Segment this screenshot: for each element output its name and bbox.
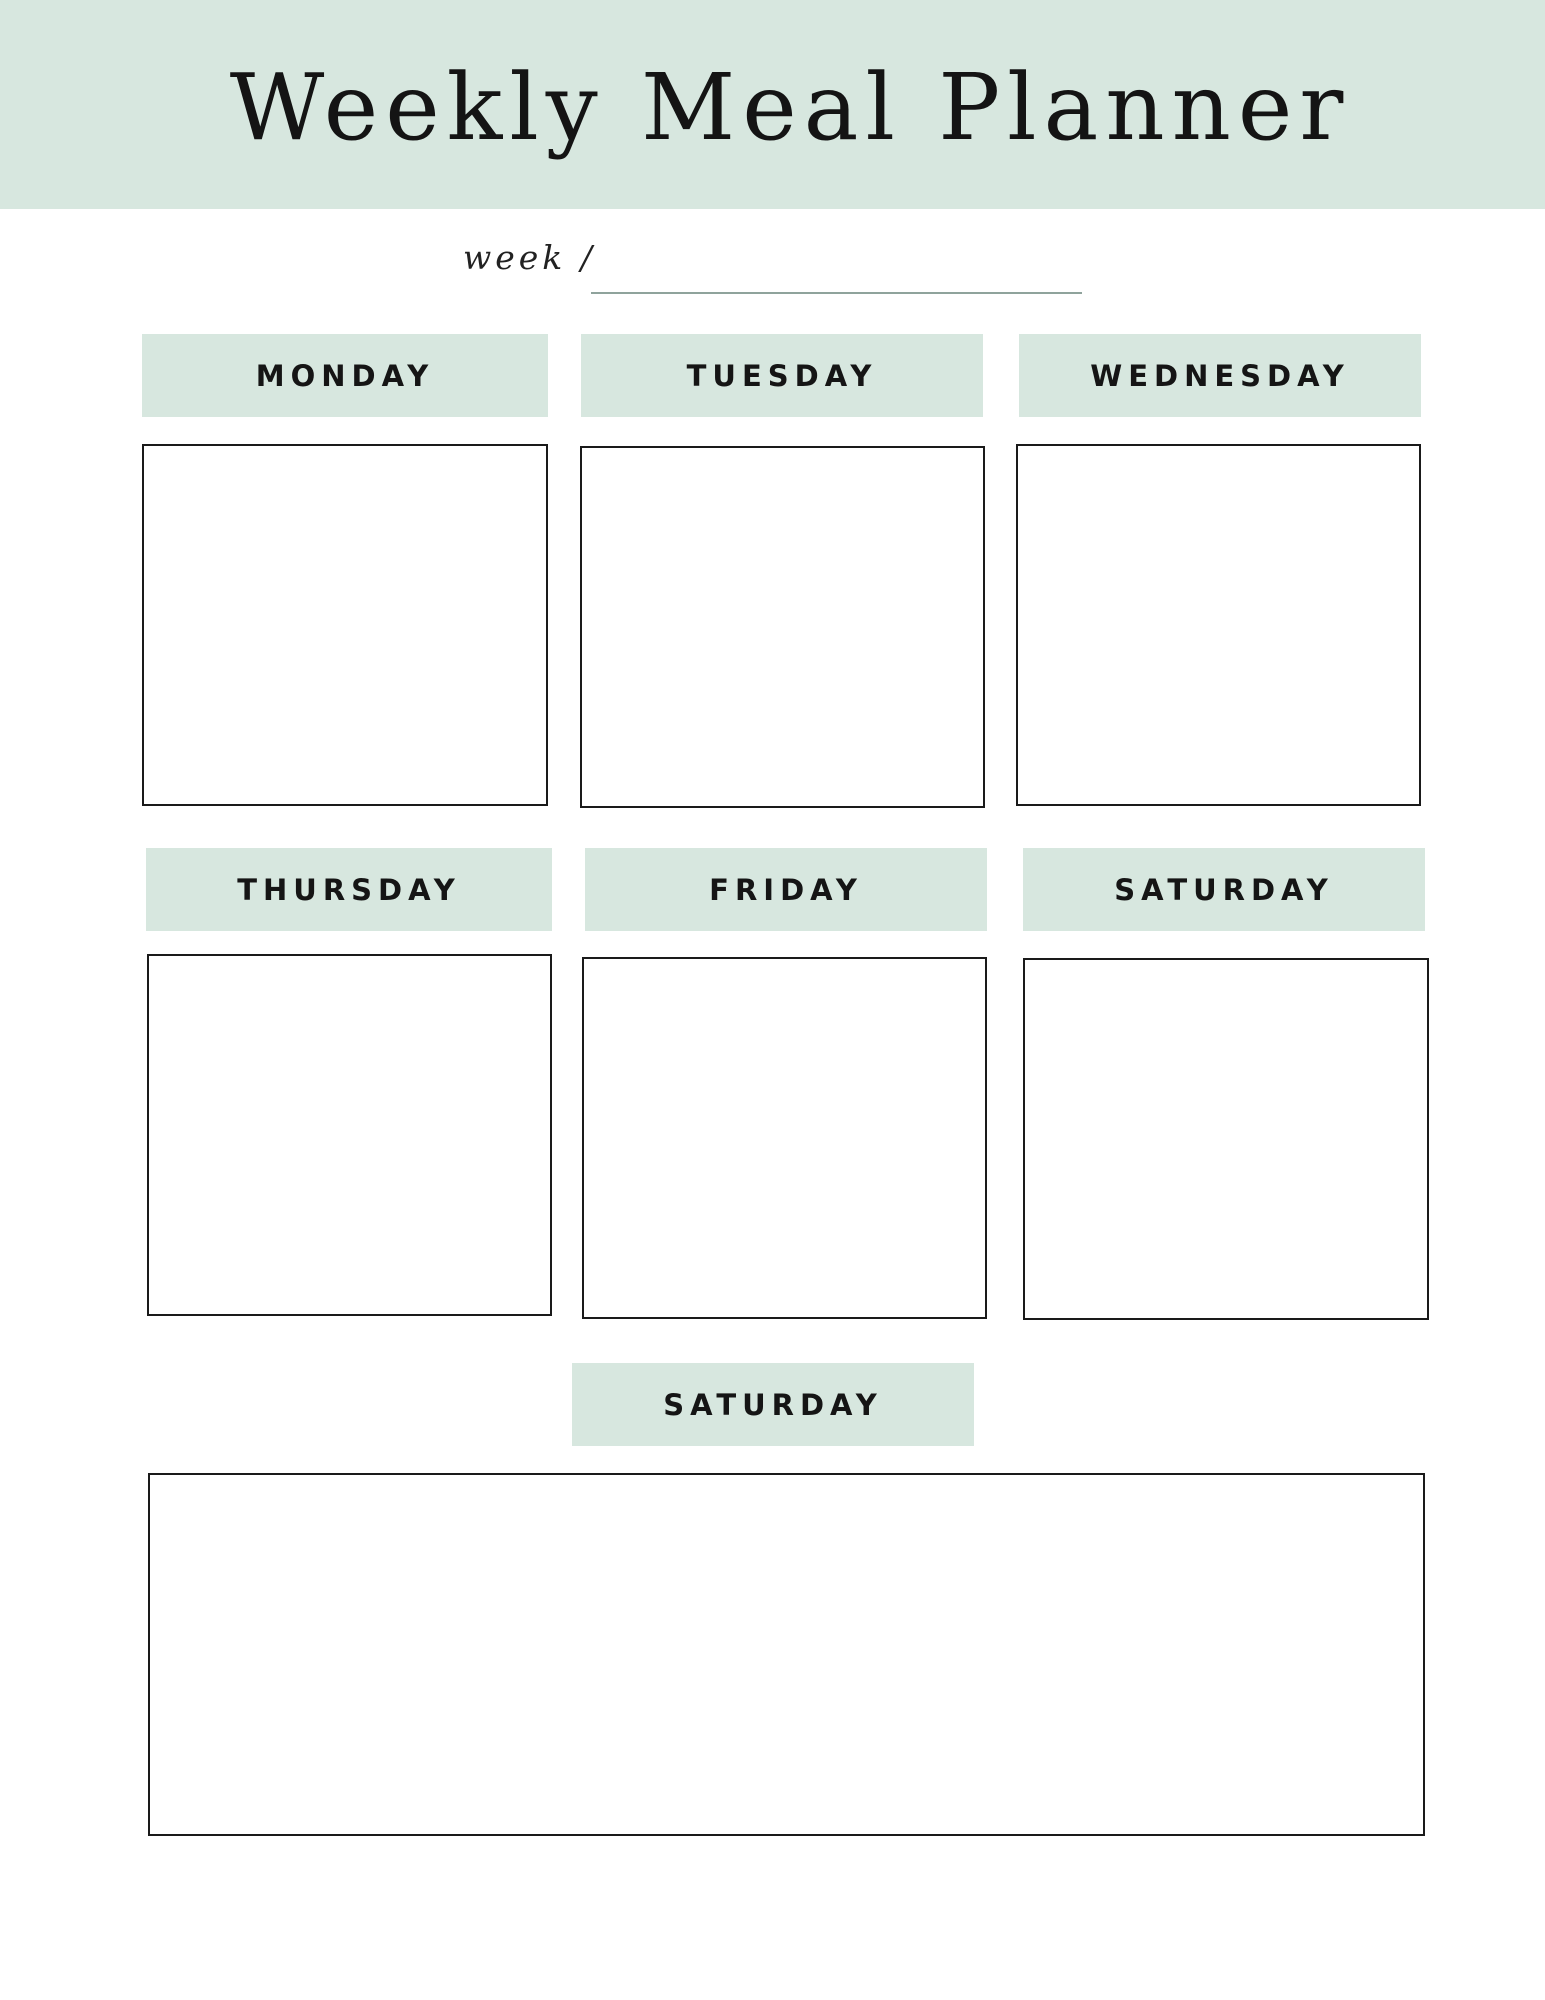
day-box-wednesday[interactable]	[1016, 444, 1421, 806]
day-header-saturday: SATURDAY	[1023, 848, 1425, 931]
day-box-thursday[interactable]	[147, 954, 552, 1316]
day-box-tuesday[interactable]	[580, 446, 985, 808]
day-box-saturday[interactable]	[1023, 958, 1429, 1320]
week-input-line[interactable]	[591, 292, 1082, 294]
day-header-thursday: THURSDAY	[146, 848, 552, 931]
day-box-saturday-wide[interactable]	[148, 1473, 1425, 1836]
week-label: week /	[463, 238, 596, 277]
day-box-friday[interactable]	[582, 957, 987, 1319]
day-header-monday: MONDAY	[142, 334, 548, 417]
day-header-saturday-wide: SATURDAY	[572, 1363, 974, 1446]
day-box-monday[interactable]	[142, 444, 548, 806]
day-header-friday: FRIDAY	[585, 848, 987, 931]
day-header-wednesday: WEDNESDAY	[1019, 334, 1421, 417]
day-header-tuesday: TUESDAY	[581, 334, 983, 417]
page-title: Weekly Meal Planner	[229, 54, 1351, 161]
